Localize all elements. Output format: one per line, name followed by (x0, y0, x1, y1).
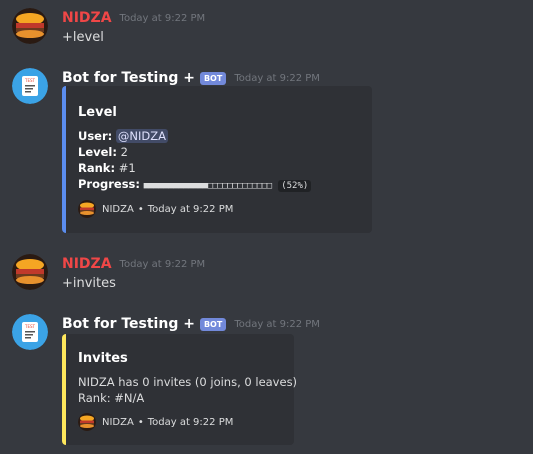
svg-text:TEST: TEST (24, 78, 36, 83)
test-doc-avatar-icon[interactable]: TEST (12, 68, 48, 104)
footer-time: Today at 9:22 PM (147, 203, 234, 215)
message-text: +level (62, 30, 104, 45)
user-mention[interactable]: @NIDZA (115, 129, 169, 143)
burger-avatar-icon[interactable] (12, 8, 48, 44)
progress-percent: (52%) (278, 180, 312, 192)
author-name[interactable]: NIDZA (62, 10, 112, 26)
rank-line: Rank: #N/A (78, 391, 145, 405)
bot-badge: BOT (199, 71, 227, 85)
embed-title: Invites (78, 351, 128, 366)
footer-time: Today at 9:22 PM (147, 416, 234, 428)
progress-field: Progress: ■■■■■■■■■■■■■□□□□□□□□□□□□□ (52… (78, 177, 312, 192)
footer-separator: • (137, 416, 144, 428)
footer-name: NIDZA (102, 416, 134, 428)
author-name[interactable]: Bot for Testing + (62, 316, 195, 332)
burger-avatar-icon (78, 200, 96, 218)
timestamp: Today at 9:22 PM (234, 72, 320, 84)
rank-value: #1 (118, 161, 136, 175)
progress-bar: ■■■■■■■■■■■■■□□□□□□□□□□□□□ (143, 181, 272, 191)
level-value: 2 (120, 145, 128, 159)
rank-field: Rank: #1 (78, 161, 136, 175)
invites-embed: Invites NIDZA has 0 invites (0 joins, 0 … (62, 334, 298, 445)
footer-separator: • (137, 203, 144, 215)
embed-title: Level (78, 105, 117, 120)
bot-badge: BOT (199, 317, 227, 331)
invites-line: NIDZA has 0 invites (0 joins, 0 leaves) (78, 375, 298, 389)
author-name[interactable]: NIDZA (62, 256, 112, 272)
timestamp: Today at 9:22 PM (119, 12, 206, 24)
burger-avatar-icon[interactable] (12, 254, 48, 290)
test-doc-avatar-icon[interactable]: TEST (12, 314, 48, 350)
footer-name: NIDZA (102, 203, 134, 215)
rank-label: Rank: (78, 161, 116, 175)
embed-footer: NIDZA • Today at 9:22 PM (78, 200, 233, 218)
timestamp: Today at 9:22 PM (119, 258, 206, 270)
level-label: Level: (78, 145, 117, 159)
burger-avatar-icon (78, 413, 96, 431)
user-field: User: @NIDZA (78, 129, 169, 143)
progress-label: Progress: (78, 177, 140, 191)
svg-text:TEST: TEST (24, 324, 36, 329)
level-field: Level: 2 (78, 145, 128, 159)
embed-footer: NIDZA • Today at 9:22 PM (78, 413, 233, 431)
user-label: User: (78, 129, 113, 143)
message-text: +invites (62, 276, 116, 291)
timestamp: Today at 9:22 PM (234, 318, 320, 330)
author-name[interactable]: Bot for Testing + (62, 70, 195, 86)
level-embed: Level User: @NIDZA Level: 2 Rank: #1 Pro… (62, 86, 372, 233)
